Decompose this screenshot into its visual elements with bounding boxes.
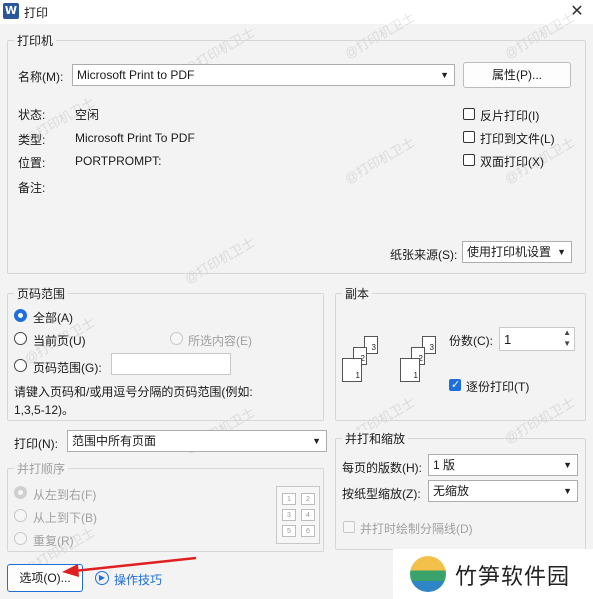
scale-value: 无缩放 — [433, 484, 470, 498]
divider-label: 并打时绘制分隔线(D) — [360, 522, 473, 536]
paper-source-select[interactable]: 使用打印机设置 ▼ — [462, 241, 572, 263]
print-what-value: 范围中所有页面 — [72, 434, 157, 448]
chevron-down-icon: ▼ — [563, 460, 572, 470]
print-to-file-label[interactable]: 打印到文件(L) — [480, 130, 555, 147]
annotation-arrow-icon — [62, 556, 197, 577]
close-icon[interactable]: ✕ — [567, 2, 587, 22]
page-range-radio[interactable] — [14, 359, 27, 372]
printer-name-select[interactable]: Microsoft Print to PDF ▼ — [72, 64, 455, 86]
pages-per-sheet-select[interactable]: 1 版 ▼ — [428, 454, 578, 476]
spin-down-icon[interactable]: ▼ — [563, 339, 571, 348]
print-to-file-checkbox[interactable] — [463, 131, 475, 143]
type-value: Microsoft Print To PDF — [75, 131, 195, 145]
order-preview: 1 2 3 4 5 6 — [276, 486, 320, 544]
order-legend: 并打顺序 — [14, 460, 69, 477]
selection-radio[interactable] — [170, 332, 183, 345]
copies-count-label: 份数(C): — [449, 334, 493, 348]
printer-name-value: Microsoft Print to PDF — [77, 68, 195, 82]
chevron-down-icon: ▼ — [440, 70, 449, 80]
pages-per-sheet-value: 1 版 — [433, 458, 456, 472]
logo-text: 竹笋软件园 — [455, 564, 571, 589]
chevron-down-icon: ▼ — [563, 486, 572, 496]
copies-count-value: 1 — [504, 332, 512, 347]
properties-button[interactable]: 属性(P)... — [463, 62, 571, 88]
all-pages-radio[interactable] — [14, 309, 27, 322]
reverse-print-label[interactable]: 反片打印(I) — [480, 107, 539, 124]
chevron-down-icon: ▼ — [557, 247, 566, 257]
scale-select[interactable]: 无缩放 ▼ — [428, 480, 578, 502]
window-title: 打印 — [24, 6, 49, 20]
paper-source-value: 使用打印机设置 — [467, 245, 552, 259]
printer-legend: 打印机 — [14, 32, 57, 49]
copies-count-input[interactable]: 1 ▲ ▼ — [499, 327, 575, 351]
type-label: 类型: — [18, 133, 46, 147]
page-range-hint-1: 请键入页码和/或用逗号分隔的页码范围(例如: — [14, 385, 253, 399]
chevron-down-icon: ▼ — [312, 436, 321, 446]
divider-checkbox[interactable] — [343, 521, 355, 533]
location-value: PORTPROMPT: — [75, 154, 162, 168]
top-to-bottom-label: 从上到下(B) — [33, 511, 97, 525]
print-what-select[interactable]: 范围中所有页面 ▼ — [67, 430, 327, 452]
title-bar: W 打印 ✕ — [0, 0, 593, 24]
current-page-radio[interactable] — [14, 332, 27, 345]
status-value: 空闲 — [75, 108, 100, 122]
all-pages-label[interactable]: 全部(A) — [33, 309, 73, 326]
repeat-label: 重复(R) — [33, 534, 74, 548]
reverse-print-checkbox[interactable] — [463, 108, 475, 120]
logo-mark-icon — [410, 556, 446, 592]
pages-per-sheet-label: 每页的版数(H): — [342, 461, 422, 475]
zoom-legend: 并打和缩放 — [342, 430, 409, 447]
copies-legend: 副本 — [342, 285, 373, 302]
print-what-label: 打印(N): — [14, 437, 58, 451]
location-label: 位置: — [18, 156, 46, 170]
status-label: 状态: — [18, 108, 46, 122]
scale-label: 按纸型缩放(Z): — [342, 487, 421, 501]
paper-source-label: 纸张来源(S): — [390, 248, 458, 262]
site-logo: 竹笋软件园 — [393, 549, 593, 599]
comment-label: 备注: — [18, 181, 46, 195]
page-range-hint-2: 1,3,5-12)。 — [14, 403, 75, 417]
page-range-label[interactable]: 页码范围(G): — [33, 359, 102, 376]
collate-checkbox[interactable] — [449, 378, 461, 391]
left-to-right-radio[interactable] — [14, 486, 27, 499]
left-to-right-label: 从左到右(F) — [33, 488, 97, 502]
top-to-bottom-radio[interactable] — [14, 509, 27, 522]
duplex-label[interactable]: 双面打印(X) — [480, 153, 544, 170]
printer-name-label: 名称(M): — [18, 70, 64, 84]
page-range-legend: 页码范围 — [14, 285, 69, 302]
current-page-label[interactable]: 当前页(U) — [33, 332, 86, 349]
duplex-checkbox[interactable] — [463, 154, 475, 166]
selection-label: 所选内容(E) — [188, 334, 252, 348]
page-range-input[interactable] — [111, 353, 231, 375]
repeat-radio[interactable] — [14, 532, 27, 545]
spin-up-icon[interactable]: ▲ — [563, 328, 571, 337]
copies-group — [335, 293, 586, 421]
collate-label[interactable]: 逐份打印(T) — [466, 378, 529, 395]
word-app-icon: W — [3, 3, 19, 19]
